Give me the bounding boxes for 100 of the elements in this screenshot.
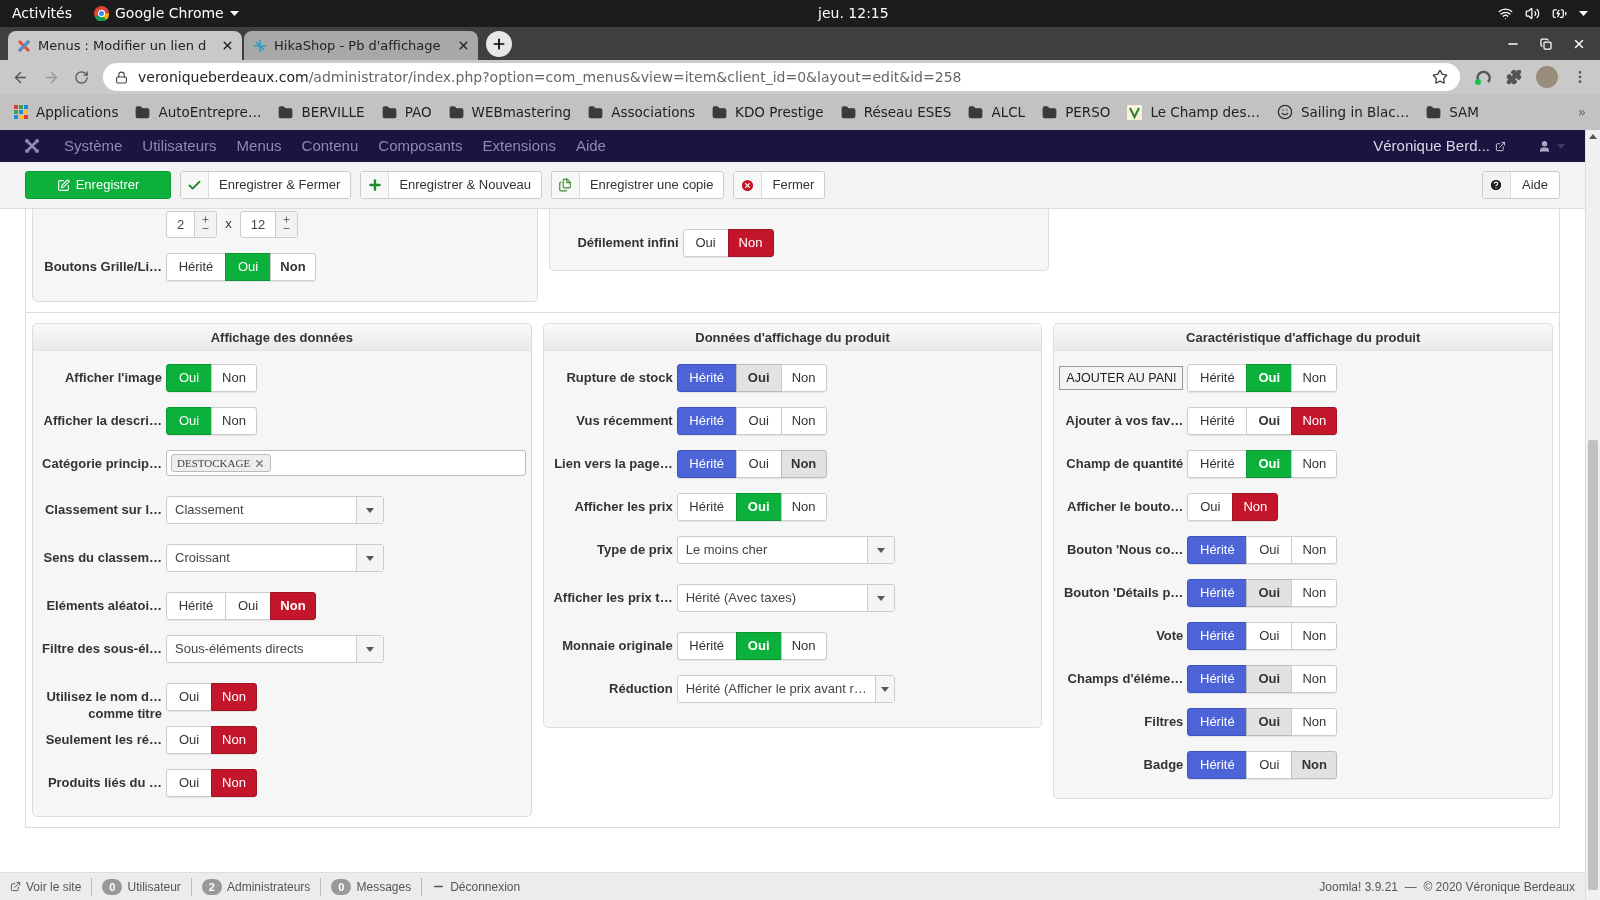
new-tab-button[interactable] <box>486 30 512 57</box>
toolbar-button[interactable]: Fermer <box>733 171 826 199</box>
bookmark[interactable]: ALCL <box>968 101 1026 123</box>
toggle-option[interactable]: Non <box>270 592 316 620</box>
remove-icon[interactable] <box>254 457 266 469</box>
app-menu[interactable]: Google Chrome <box>115 3 224 24</box>
address-bar[interactable]: veroniqueberdeaux.com/administrator/index.php?option=com_menus&view=item&client_id=0&layout=edit&id=258 <box>103 63 1460 91</box>
menu-item[interactable]: Utilisateurs <box>132 134 227 158</box>
bookmark[interactable]: PERSO <box>1042 101 1111 123</box>
activities-button[interactable]: Activités <box>12 3 72 24</box>
toggle-option[interactable]: Hérité <box>1187 579 1248 607</box>
toggle-option[interactable]: Non <box>1291 665 1338 693</box>
toggle-option[interactable]: Hérité <box>1187 407 1248 435</box>
text-field[interactable]: AJOUTER AU PANI <box>1059 366 1184 390</box>
toggle-option[interactable]: Non <box>211 726 257 754</box>
toggle-option[interactable]: Non <box>1291 708 1338 736</box>
bookmark[interactable]: Associations <box>588 101 696 123</box>
toggle-option[interactable]: Oui <box>166 769 212 797</box>
bookmark[interactable]: SAM <box>1426 101 1479 123</box>
dropdown[interactable]: Le moins cher <box>676 536 895 564</box>
toggle-option[interactable]: Hérité <box>676 450 737 478</box>
bookmark[interactable]: Réseau ESES <box>840 101 952 123</box>
status-link[interactable]: Déconnexion <box>450 877 521 896</box>
menu-item[interactable]: Contenu <box>291 134 369 158</box>
clock[interactable]: jeu. 12:15 <box>238 3 1498 24</box>
increment-icon[interactable] <box>282 215 292 224</box>
toggle-option[interactable]: Hérité <box>1187 751 1248 779</box>
toggle-option[interactable]: Hérité <box>676 364 737 392</box>
toggle-option[interactable]: Non <box>211 407 257 435</box>
toggle-option[interactable]: Non <box>780 632 827 660</box>
bookmark[interactable]: BERVILLE <box>278 101 365 123</box>
bookmark[interactable]: WEBmastering <box>448 101 572 123</box>
restore-icon[interactable] <box>1540 37 1552 50</box>
status-link[interactable]: Utilisateur <box>127 877 181 896</box>
toggle-option[interactable]: Non <box>727 229 774 257</box>
toggle-option[interactable]: Non <box>1291 622 1338 650</box>
extension-icon[interactable] <box>1474 68 1492 86</box>
number-field[interactable]: 2 <box>166 210 218 238</box>
volume-icon[interactable] <box>1525 6 1540 21</box>
status-link[interactable]: Messages <box>356 877 412 896</box>
toggle-option[interactable]: Oui <box>1246 751 1293 779</box>
dropdown[interactable]: Hérité (Avec taxes) <box>676 584 895 612</box>
scrollbar[interactable] <box>1585 130 1600 900</box>
toggle-option[interactable]: Oui <box>1246 708 1293 736</box>
toggle-option[interactable]: Non <box>1291 450 1338 478</box>
toggle-option[interactable]: Hérité <box>166 253 226 281</box>
menu-item[interactable]: Extensions <box>472 134 566 158</box>
toggle-option[interactable]: Non <box>1232 493 1279 521</box>
toggle-option[interactable]: Oui <box>682 229 729 257</box>
toggle-option[interactable]: Oui <box>735 407 782 435</box>
menu-item[interactable]: Système <box>54 134 133 158</box>
toggle-option[interactable]: Hérité <box>166 592 226 620</box>
toggle-option[interactable]: Non <box>780 493 827 521</box>
toolbar-button[interactable]: Enregistrer & Nouveau <box>360 171 542 199</box>
dropdown[interactable]: Hérité (Afficher le prix avant r… <box>676 675 895 703</box>
toggle-option[interactable]: Oui <box>735 364 782 392</box>
user-menu[interactable] <box>1538 139 1565 153</box>
extensions-icon[interactable] <box>1506 69 1522 85</box>
bookmark[interactable]: Applications <box>14 101 119 123</box>
toggle-option[interactable]: Oui <box>1246 536 1293 564</box>
dropdown[interactable]: Classement <box>166 496 384 524</box>
toggle-option[interactable]: Oui <box>1246 579 1293 607</box>
toggle-option[interactable]: Hérité <box>1187 536 1248 564</box>
dropdown[interactable]: Sous-éléments directs <box>166 635 384 663</box>
menu-item[interactable]: Composants <box>368 134 473 158</box>
scrollbar-thumb[interactable] <box>1588 440 1598 890</box>
close-icon[interactable] <box>221 39 234 52</box>
wifi-icon[interactable] <box>1498 6 1513 21</box>
toggle-option[interactable]: Oui <box>166 683 212 711</box>
toggle-option[interactable]: Non <box>1291 364 1338 392</box>
bookmark[interactable]: KDO Prestige <box>712 101 824 123</box>
menu-item[interactable]: Aide <box>565 134 616 158</box>
toggle-option[interactable]: Oui <box>1246 665 1293 693</box>
toggle-option[interactable]: Non <box>1291 407 1338 435</box>
toggle-option[interactable]: Hérité <box>676 632 737 660</box>
toggle-option[interactable]: Non <box>780 364 827 392</box>
reload-icon[interactable] <box>74 69 89 85</box>
toggle-option[interactable]: Oui <box>166 726 212 754</box>
toggle-option[interactable]: Oui <box>1187 493 1234 521</box>
toggle-option[interactable]: Hérité <box>676 407 737 435</box>
status-link[interactable]: Administrateurs <box>226 877 311 896</box>
scroll-up-icon[interactable] <box>1589 134 1597 139</box>
browser-tab[interactable]: Menus : Modifier un lien d <box>8 31 242 60</box>
caret-icon[interactable] <box>1579 11 1588 16</box>
number-field[interactable]: 12 <box>239 210 299 238</box>
toggle-option[interactable]: Hérité <box>1187 450 1248 478</box>
bookmark[interactable]: AutoEntrepre… <box>135 101 262 123</box>
dropdown[interactable]: Croissant <box>166 544 384 572</box>
toggle-option[interactable]: Hérité <box>1187 622 1248 650</box>
menu-item[interactable]: Menus <box>226 134 292 158</box>
toolbar-button[interactable]: Enregistrer une copie <box>550 171 725 199</box>
increment-icon[interactable] <box>201 215 211 224</box>
toggle-option[interactable]: Non <box>211 364 257 392</box>
toggle-option[interactable]: Non <box>1291 536 1338 564</box>
category-tag[interactable]: DESTOCKAGE <box>171 454 272 472</box>
bookmark[interactable]: Le Champ des… <box>1127 101 1260 123</box>
toggle-option[interactable]: Hérité <box>676 493 737 521</box>
toggle-option[interactable]: Non <box>211 683 257 711</box>
toggle-option[interactable]: Non <box>1291 751 1338 779</box>
toggle-option[interactable]: Hérité <box>1187 708 1248 736</box>
